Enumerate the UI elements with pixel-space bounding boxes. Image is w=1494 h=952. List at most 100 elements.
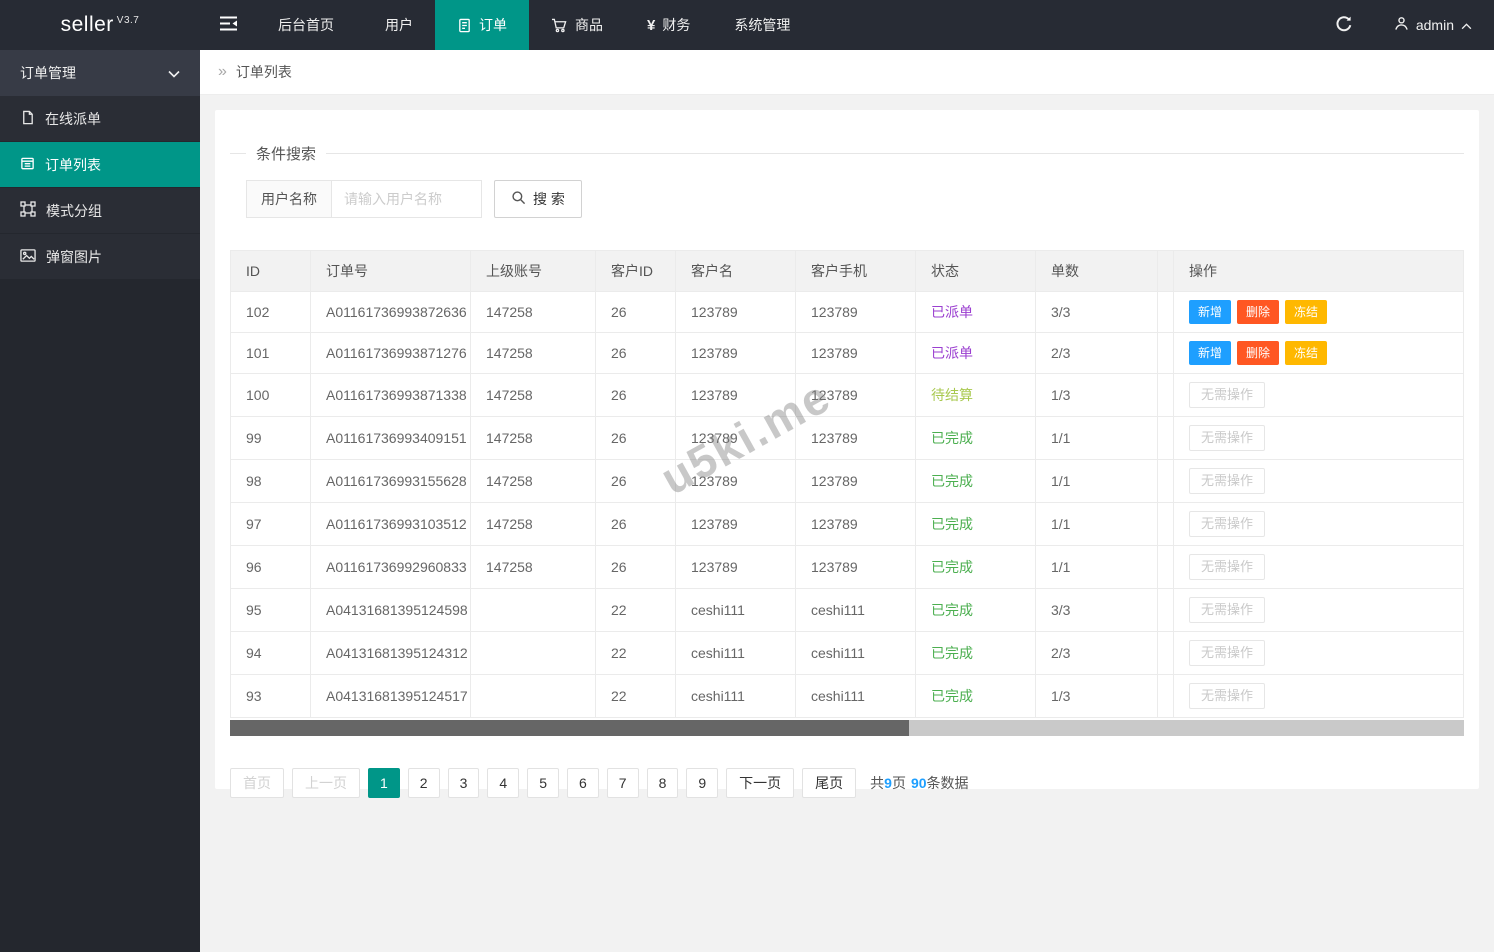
cell-parent-account: 147258 xyxy=(470,332,596,374)
cell-customer-name: ceshi111 xyxy=(675,674,796,718)
sidebar-item-模式分组[interactable]: 模式分组 xyxy=(0,188,200,234)
cell-spacer xyxy=(1157,332,1174,374)
user-name: admin xyxy=(1415,17,1454,33)
logo-text: seller xyxy=(60,13,114,36)
pagination-page-8[interactable]: 8 xyxy=(646,768,679,798)
column-header-客户手机: 客户手机 xyxy=(795,250,916,292)
summary-total-pages: 9 xyxy=(884,775,892,791)
cell-customer-id: 22 xyxy=(595,588,676,632)
pagination-page-4[interactable]: 4 xyxy=(487,768,520,798)
status-badge: 已完成 xyxy=(931,645,973,661)
pagination-next-button[interactable]: 下一页 xyxy=(726,768,795,798)
cell-actions: 无需操作 xyxy=(1173,459,1464,503)
no-action-button: 无需操作 xyxy=(1189,683,1266,709)
pagination-summary: 共9页 90条数据 xyxy=(870,773,968,793)
pagination-page-5[interactable]: 5 xyxy=(527,768,559,798)
nav-item-系统管理[interactable]: 系统管理 xyxy=(712,0,812,50)
action-button-删除[interactable]: 删除 xyxy=(1237,300,1280,324)
user-icon xyxy=(1394,16,1409,34)
search-fieldset: 条件搜索 xyxy=(230,143,1464,164)
no-action-button: 无需操作 xyxy=(1189,640,1266,666)
cell-id: 98 xyxy=(230,459,311,503)
sidebar-section-order-management[interactable]: 订单管理 xyxy=(0,50,200,96)
main-area: » 订单列表 条件搜索 用户名称 搜 索 xyxy=(200,50,1494,952)
cell-customer-name: 123789 xyxy=(675,373,796,417)
pagination-page-1[interactable]: 1 xyxy=(368,768,400,798)
table-row: 94 A04131681395124312 22 ceshi111 ceshi111 已完… xyxy=(230,631,1464,675)
pagination-first-button[interactable]: 首页 xyxy=(230,768,284,798)
pagination-prev-button[interactable]: 上一页 xyxy=(292,768,360,798)
app-window: seller V3.7 后台首页 用户 订单 商品 ¥ 财务 系统管理 admin 订单管理 … xyxy=(0,0,1494,952)
nav-item-订单[interactable]: 订单 xyxy=(435,0,529,50)
summary-prefix: 共 xyxy=(870,775,885,791)
action-button-新增[interactable]: 新增 xyxy=(1189,300,1232,324)
cell-id: 101 xyxy=(230,332,311,374)
nav-item-label: 订单 xyxy=(479,17,507,33)
cell-status: 已派单 xyxy=(915,332,1036,374)
content-card: 条件搜索 用户名称 搜 索 xyxy=(215,110,1479,798)
status-badge: 已完成 xyxy=(931,473,973,489)
cell-customer-name: 123789 xyxy=(675,416,796,460)
table-row: 101 A01161736993871276 147258 26 123789 12378… xyxy=(230,332,1464,374)
nav-item-商品[interactable]: 商品 xyxy=(529,0,625,50)
search-button[interactable]: 搜 索 xyxy=(494,180,582,218)
sidebar: 订单管理 在线派单 订单列表 模式分组弹窗图片 xyxy=(0,50,200,952)
horizontal-scrollbar[interactable] xyxy=(230,720,1464,736)
search-icon xyxy=(511,190,526,208)
sidebar-item-label: 弹窗图片 xyxy=(46,248,102,265)
cell-count: 3/3 xyxy=(1035,588,1158,632)
column-header-客户ID: 客户ID xyxy=(595,250,676,292)
summary-pages-unit: 页 xyxy=(891,775,906,791)
cell-id: 100 xyxy=(230,373,311,417)
pagination-last-button[interactable]: 尾页 xyxy=(802,768,857,798)
search-form: 用户名称 搜 索 xyxy=(246,180,1464,218)
summary-records-unit: 条数据 xyxy=(926,775,969,791)
pagination-page-9[interactable]: 9 xyxy=(686,768,719,798)
cell-parent-account: 147258 xyxy=(470,459,596,503)
cell-actions: 无需操作 xyxy=(1173,416,1464,460)
action-button-冻结[interactable]: 冻结 xyxy=(1285,300,1328,324)
scrollbar-thumb[interactable] xyxy=(230,720,909,736)
navbar-right: admin xyxy=(1316,0,1494,50)
cell-customer-name: 123789 xyxy=(675,291,796,333)
no-action-button: 无需操作 xyxy=(1189,425,1266,451)
cell-parent-account: 147258 xyxy=(470,416,596,460)
pagination-page-7[interactable]: 7 xyxy=(606,768,639,798)
refresh-button[interactable] xyxy=(1316,0,1372,50)
cell-parent-account: 147258 xyxy=(470,545,596,589)
sidebar-item-订单列表[interactable]: 订单列表 xyxy=(0,142,200,188)
cell-customer-name: 123789 xyxy=(675,459,796,503)
status-badge: 已完成 xyxy=(931,602,973,618)
table-row: 96 A01161736992960833 147258 26 123789 123789… xyxy=(230,545,1464,589)
user-menu[interactable]: admin xyxy=(1372,0,1494,50)
cell-customer-name: 123789 xyxy=(675,545,796,589)
username-input[interactable] xyxy=(332,180,482,218)
pagination-page-2[interactable]: 2 xyxy=(407,768,440,798)
collapse-menu-button[interactable] xyxy=(200,0,256,50)
sidebar-item-在线派单[interactable]: 在线派单 xyxy=(0,96,200,142)
cell-customer-name: ceshi111 xyxy=(675,588,796,632)
column-header-状态: 状态 xyxy=(915,250,1036,292)
cell-count: 1/3 xyxy=(1035,674,1158,718)
cell-spacer xyxy=(1157,291,1174,333)
nav-item-用户[interactable]: 用户 xyxy=(356,0,435,50)
action-button-新增[interactable]: 新增 xyxy=(1189,341,1232,365)
nav-item-财务[interactable]: ¥ 财务 xyxy=(625,0,712,50)
cell-order-no: A01161736993871276 xyxy=(310,332,471,374)
app-logo: seller V3.7 xyxy=(0,0,200,50)
summary-total-records: 90 xyxy=(910,775,927,791)
pagination-page-6[interactable]: 6 xyxy=(566,768,599,798)
cell-parent-account: 147258 xyxy=(470,373,596,417)
order-icon xyxy=(457,18,472,33)
cell-customer-phone: ceshi111 xyxy=(795,588,916,632)
yen-icon: ¥ xyxy=(647,17,656,34)
sidebar-item-弹窗图片[interactable]: 弹窗图片 xyxy=(0,234,200,280)
nav-item-后台首页[interactable]: 后台首页 xyxy=(256,0,356,50)
breadcrumb-label: 订单列表 xyxy=(235,64,292,80)
column-header-单数: 单数 xyxy=(1035,250,1158,292)
pagination-page-3[interactable]: 3 xyxy=(447,768,480,798)
action-button-冻结[interactable]: 冻结 xyxy=(1285,341,1328,365)
orders-table: ID 订单号 上级账号 客户ID 客户名 客户手机 状态 单数 操作 102 A011617369… xyxy=(230,250,1464,718)
list-icon xyxy=(20,156,35,174)
action-button-删除[interactable]: 删除 xyxy=(1237,341,1280,365)
